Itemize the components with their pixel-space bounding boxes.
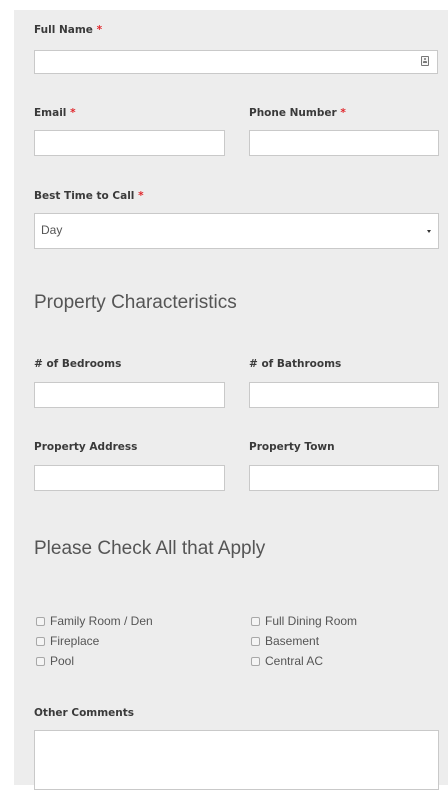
phone-input[interactable] — [249, 130, 439, 156]
required-asterisk: * — [340, 107, 346, 119]
email-label: Email * — [34, 107, 76, 119]
full-name-label: Full Name * — [34, 24, 102, 36]
amenity-family-room-checkbox[interactable]: Family Room / Den — [36, 614, 153, 628]
amenity-fireplace-checkbox[interactable]: Fireplace — [36, 634, 99, 648]
amenity-full-dining-room-checkbox[interactable]: Full Dining Room — [251, 614, 357, 628]
other-comments-label: Other Comments — [34, 707, 135, 719]
amenity-pool-checkbox[interactable]: Pool — [36, 654, 74, 668]
property-town-label: Property Town — [249, 441, 335, 453]
bedrooms-label: # of Bedrooms — [34, 358, 122, 370]
property-town-input[interactable] — [249, 465, 439, 491]
best-time-label-text: Best Time to Call — [34, 190, 135, 202]
full-name-input[interactable] — [34, 50, 438, 74]
checkbox[interactable] — [251, 636, 260, 646]
amenity-central-ac-checkbox[interactable]: Central AC — [251, 654, 323, 668]
email-input[interactable] — [34, 130, 225, 156]
amenity-label: Fireplace — [50, 634, 100, 648]
bathrooms-input[interactable] — [249, 382, 439, 408]
best-time-selected-value: Day — [41, 223, 63, 237]
required-asterisk: * — [138, 190, 144, 202]
amenity-label: Full Dining Room — [265, 614, 358, 628]
amenity-label: Basement — [265, 634, 320, 648]
phone-label-text: Phone Number — [249, 107, 337, 119]
checkbox[interactable] — [36, 616, 45, 626]
property-address-label: Property Address — [34, 441, 138, 453]
phone-label: Phone Number * — [249, 107, 346, 119]
required-asterisk: * — [96, 24, 103, 36]
amenity-label: Pool — [50, 654, 75, 668]
contact-form: Full Name * Email * Phone Number * Best … — [14, 10, 448, 790]
property-address-input[interactable] — [34, 465, 225, 491]
bedrooms-input[interactable] — [34, 382, 225, 408]
property-section-heading: Property Characteristics — [34, 292, 237, 313]
other-comments-textarea[interactable] — [34, 730, 439, 790]
amenities-section-heading: Please Check All that Apply — [34, 538, 266, 559]
email-label-text: Email — [34, 107, 67, 119]
best-time-label: Best Time to Call * — [34, 190, 144, 202]
best-time-select[interactable]: Day — [34, 213, 439, 249]
amenity-label: Central AC — [265, 654, 324, 668]
contact-card-icon[interactable] — [421, 56, 429, 66]
amenity-basement-checkbox[interactable]: Basement — [251, 634, 319, 648]
checkbox[interactable] — [251, 656, 260, 666]
caret-down-icon — [427, 230, 431, 233]
checkbox[interactable] — [36, 656, 45, 666]
required-asterisk: * — [70, 107, 76, 119]
full-name-label-text: Full Name — [34, 24, 93, 36]
checkbox[interactable] — [36, 636, 45, 646]
checkbox[interactable] — [251, 616, 260, 626]
amenity-label: Family Room / Den — [50, 614, 153, 628]
bathrooms-label: # of Bathrooms — [249, 358, 342, 370]
